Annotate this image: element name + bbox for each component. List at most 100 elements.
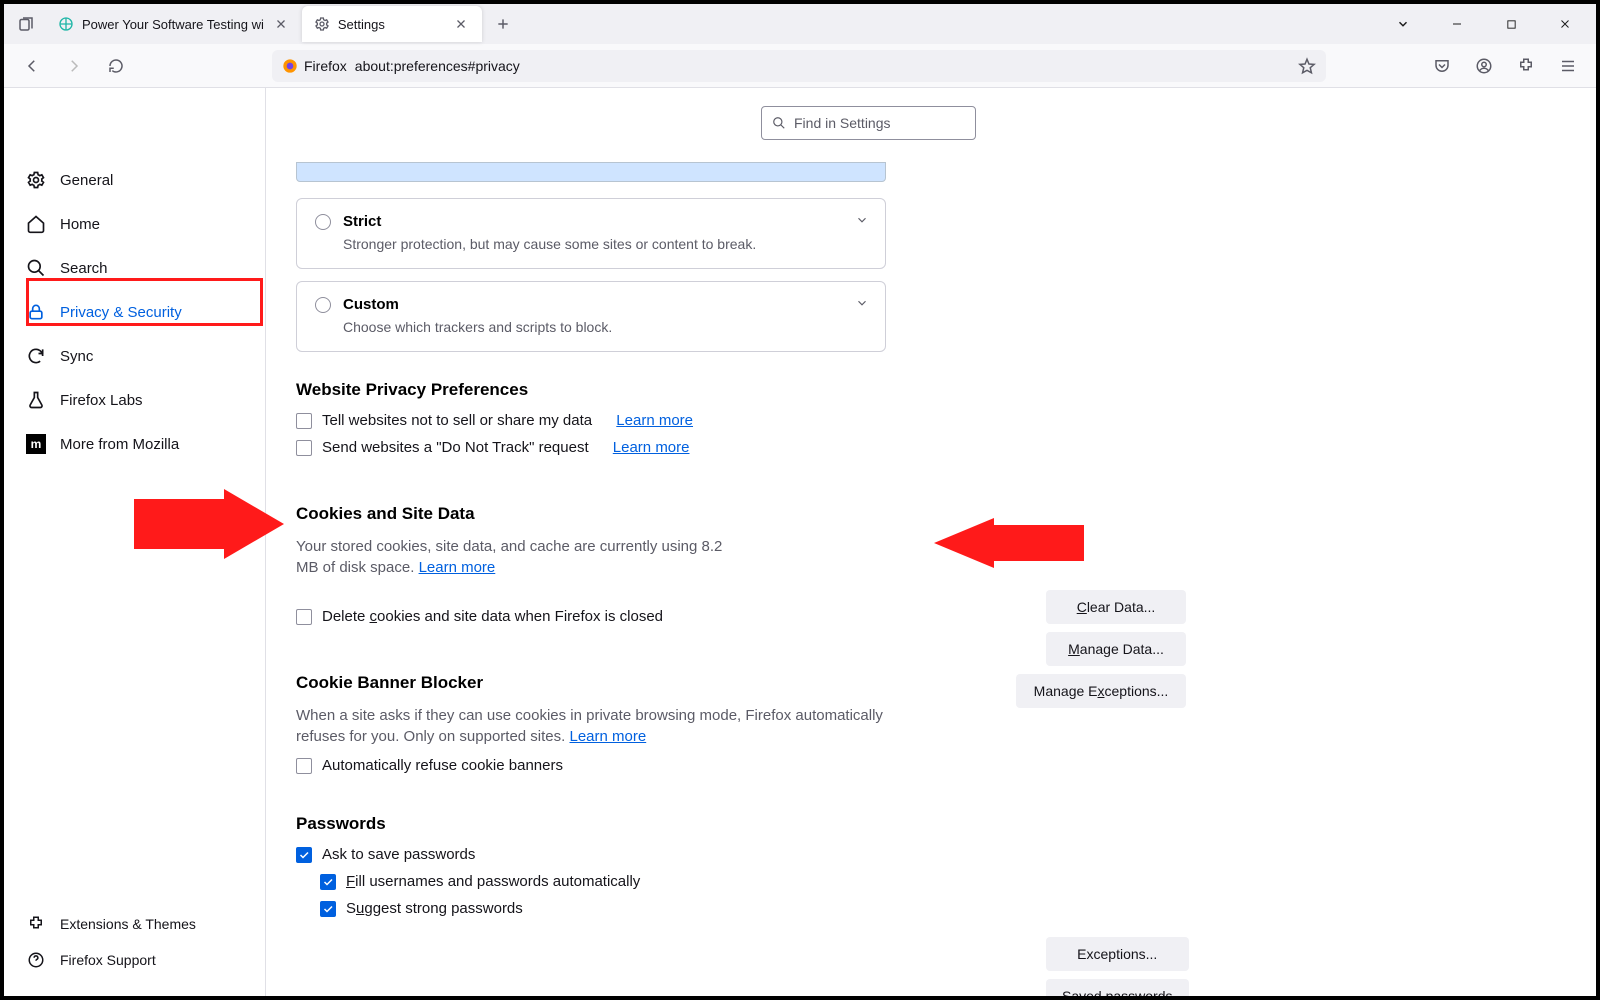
sidebar-item-label: Firefox Support: [60, 952, 156, 968]
checkbox-autofill-passwords[interactable]: [320, 874, 336, 890]
site-identity[interactable]: Firefox: [282, 58, 347, 74]
toolbar-right: [1336, 50, 1584, 82]
close-window-button[interactable]: [1542, 8, 1588, 40]
sidebar-item-search[interactable]: Search: [4, 246, 265, 290]
search-icon: [26, 258, 46, 278]
learn-more-link[interactable]: Learn more: [419, 559, 496, 576]
learn-more-link[interactable]: Learn more: [569, 728, 646, 745]
checkbox-label: Ask to save passwords: [322, 846, 475, 863]
standard-option-selected[interactable]: [296, 162, 886, 182]
section-heading-cbb: Cookie Banner Blocker: [296, 673, 886, 693]
checkbox-ask-save-passwords[interactable]: [296, 847, 312, 863]
checkbox-label: Tell websites not to sell or share my da…: [322, 412, 592, 429]
tracking-option-strict[interactable]: Strict Stronger protection, but may caus…: [296, 198, 886, 269]
manage-data-button[interactable]: Manage Data...: [1046, 632, 1186, 666]
sidebar-item-label: Home: [60, 216, 100, 233]
minimize-button[interactable]: [1434, 8, 1480, 40]
tab-title: Settings: [338, 17, 385, 32]
sidebar-item-label: More from Mozilla: [60, 436, 179, 453]
maximize-button[interactable]: [1488, 8, 1534, 40]
checkbox-do-not-sell[interactable]: [296, 413, 312, 429]
section-heading-wpp: Website Privacy Preferences: [296, 380, 886, 400]
tab-favicon: [58, 16, 74, 32]
bookmark-star-icon[interactable]: [1298, 57, 1316, 75]
chevron-down-icon[interactable]: [855, 296, 869, 310]
saved-passwords-button[interactable]: Saved passwords: [1046, 979, 1189, 996]
puzzle-icon: [26, 914, 46, 934]
password-exceptions-button[interactable]: Exceptions...: [1046, 937, 1189, 971]
section-heading-passwords: Passwords: [296, 814, 886, 834]
window-right-controls: [1380, 8, 1588, 40]
reload-button[interactable]: [100, 50, 132, 82]
sidebar-item-labs[interactable]: Firefox Labs: [4, 378, 265, 422]
new-tab-button[interactable]: [488, 9, 518, 39]
sidebar-item-more[interactable]: m More from Mozilla: [4, 422, 265, 466]
window-titlebar: Power Your Software Testing wi Settings: [4, 4, 1596, 44]
back-button[interactable]: [16, 50, 48, 82]
account-icon[interactable]: [1468, 50, 1500, 82]
cookies-desc: Your stored cookies, site data, and cach…: [296, 536, 726, 578]
checkbox-delete-on-close[interactable]: [296, 609, 312, 625]
sidebar-item-home[interactable]: Home: [4, 202, 265, 246]
learn-more-link[interactable]: Learn more: [616, 412, 693, 429]
radio-icon[interactable]: [315, 214, 331, 230]
app-menu-icon[interactable]: [1552, 50, 1584, 82]
tabs-row: Power Your Software Testing wi Settings: [12, 6, 1380, 42]
sidebar-footer: Extensions & Themes Firefox Support: [4, 906, 265, 996]
clear-data-button[interactable]: Clear Data...: [1046, 590, 1186, 624]
sidebar-item-label: Extensions & Themes: [60, 916, 196, 932]
url-text: about:preferences#privacy: [355, 58, 520, 74]
section-heading-cookies: Cookies and Site Data: [296, 504, 886, 524]
sidebar-item-label: Privacy & Security: [60, 304, 182, 321]
radio-icon[interactable]: [315, 297, 331, 313]
tracking-option-custom[interactable]: Custom Choose which trackers and scripts…: [296, 281, 886, 352]
chevron-down-icon[interactable]: [855, 213, 869, 227]
option-desc: Stronger protection, but may cause some …: [343, 236, 867, 252]
option-desc: Choose which trackers and scripts to blo…: [343, 319, 867, 335]
option-title: Custom: [343, 296, 399, 313]
checkbox-label: Send websites a "Do Not Track" request: [322, 439, 589, 456]
close-icon[interactable]: [272, 15, 290, 33]
search-placeholder: Find in Settings: [794, 115, 891, 131]
lock-icon: [26, 302, 46, 322]
learn-more-link[interactable]: Learn more: [613, 439, 690, 456]
forward-button[interactable]: [58, 50, 90, 82]
close-icon[interactable]: [452, 15, 470, 33]
cbb-desc: When a site asks if they can use cookies…: [296, 705, 886, 747]
tab-title: Power Your Software Testing wi: [82, 17, 264, 32]
recent-browsing-icon[interactable]: [12, 10, 40, 38]
settings-main: Find in Settings Strict Stronger protect…: [266, 88, 1596, 996]
sidebar-item-privacy[interactable]: Privacy & Security: [4, 290, 265, 334]
sidebar-item-label: General: [60, 172, 113, 189]
find-in-settings-input[interactable]: Find in Settings: [761, 106, 976, 140]
checkbox-do-not-track[interactable]: [296, 440, 312, 456]
checkbox-label: Suggest strong passwords: [346, 900, 523, 917]
url-toolbar: Firefox about:preferences#privacy: [4, 44, 1596, 88]
help-icon: [26, 950, 46, 970]
home-icon: [26, 214, 46, 234]
checkbox-suggest-passwords[interactable]: [320, 901, 336, 917]
tab-item-active[interactable]: Settings: [302, 6, 482, 42]
extensions-icon[interactable]: [1510, 50, 1542, 82]
gear-icon: [26, 170, 46, 190]
sidebar-item-sync[interactable]: Sync: [4, 334, 265, 378]
sidebar-item-label: Search: [60, 260, 108, 277]
checkbox-label: Fill usernames and passwords automatical…: [346, 873, 640, 890]
manage-exceptions-button[interactable]: Manage Exceptions...: [1016, 674, 1186, 708]
url-input[interactable]: Firefox about:preferences#privacy: [272, 50, 1326, 82]
gear-icon: [314, 16, 330, 32]
sidebar-item-general[interactable]: General: [4, 158, 265, 202]
content-area: General Home Search Privacy & Security S…: [4, 88, 1596, 996]
tab-item[interactable]: Power Your Software Testing wi: [46, 6, 302, 42]
tabs-dropdown-button[interactable]: [1380, 8, 1426, 40]
sync-icon: [26, 346, 46, 366]
sidebar-item-support[interactable]: Firefox Support: [4, 942, 265, 978]
mozilla-icon: m: [26, 434, 46, 454]
pocket-icon[interactable]: [1426, 50, 1458, 82]
checkbox-label: Delete cookies and site data when Firefo…: [322, 608, 663, 625]
checkbox-auto-refuse-banners[interactable]: [296, 758, 312, 774]
sidebar-item-label: Sync: [60, 348, 93, 365]
identity-label: Firefox: [304, 58, 347, 74]
search-icon: [772, 116, 786, 130]
sidebar-item-extensions[interactable]: Extensions & Themes: [4, 906, 265, 942]
